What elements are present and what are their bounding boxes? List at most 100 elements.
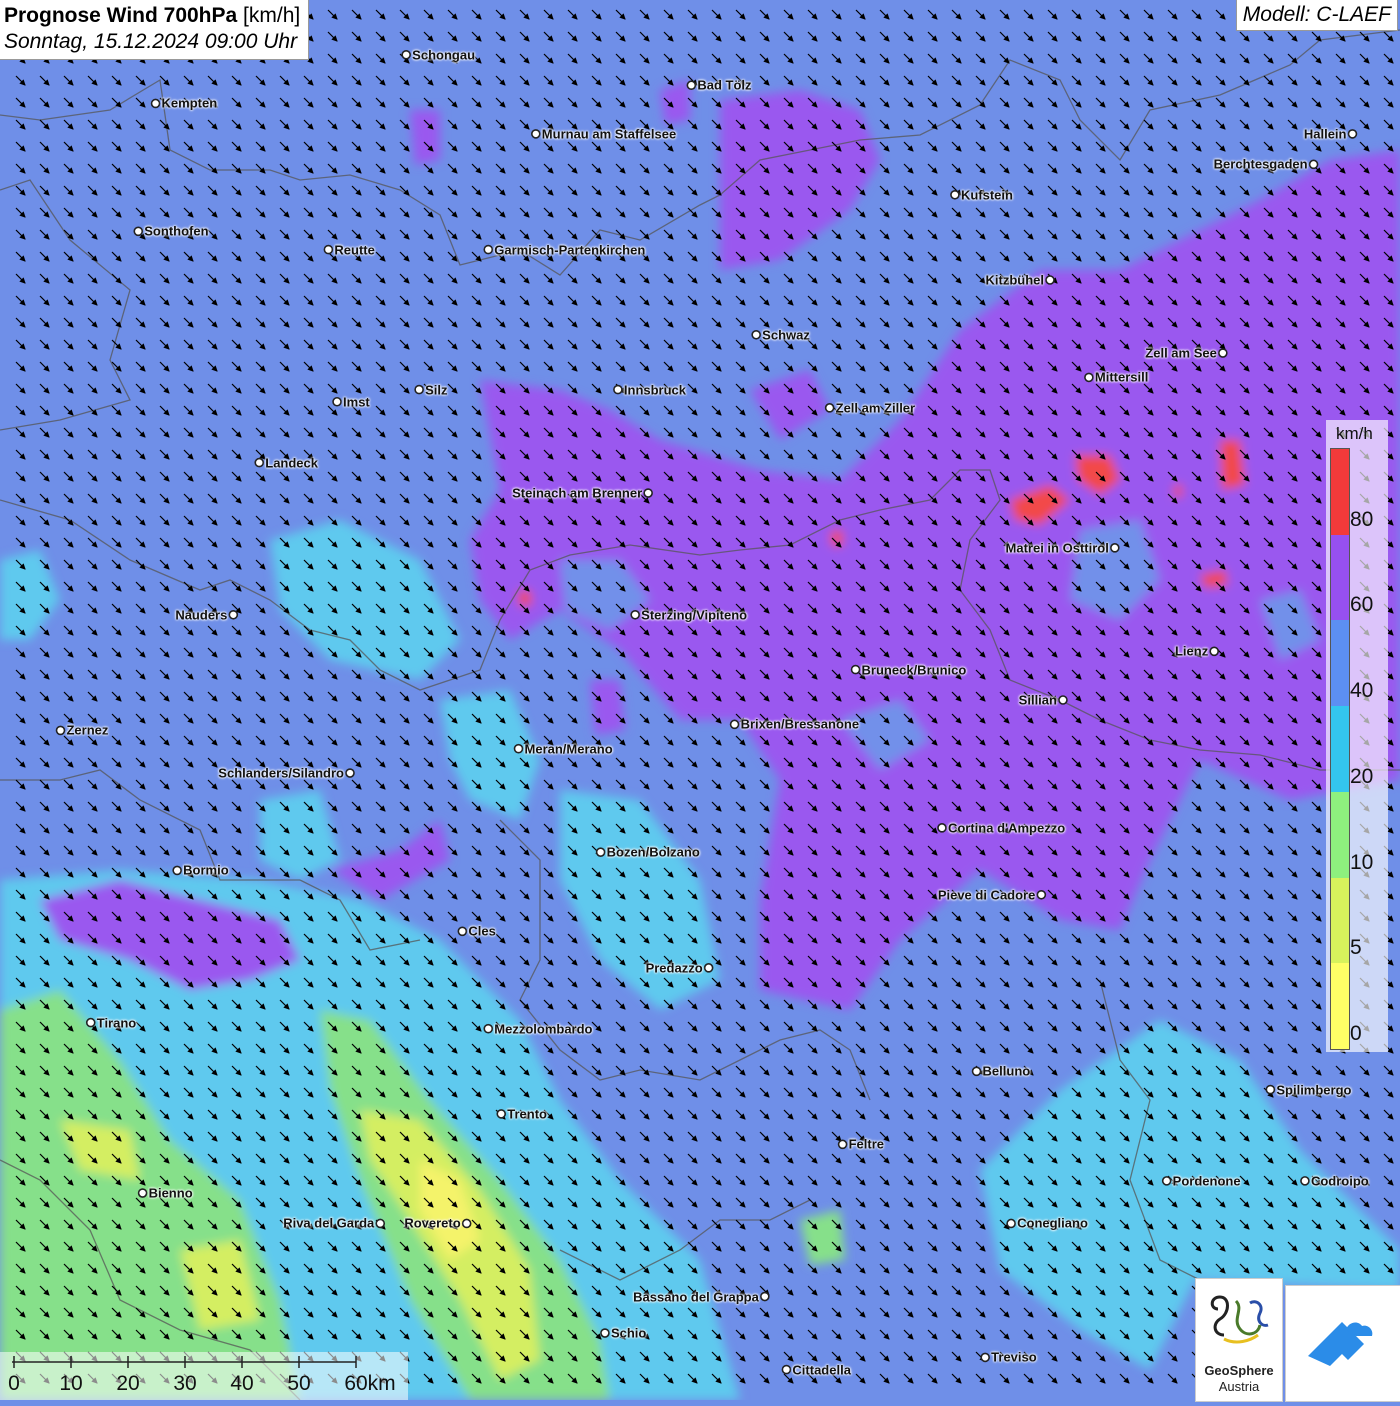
city-dot (703, 963, 714, 973)
legend-swatch (1331, 449, 1349, 535)
city-label: Zell am See (1145, 345, 1217, 361)
map-title-box: Prognose Wind 700hPa [km/h] Sonntag, 15.… (0, 0, 310, 60)
city-dot (971, 1066, 982, 1077)
city-label: Mittersill (1094, 369, 1149, 385)
city-label: Mezzolombardo (494, 1021, 593, 1037)
map-title-bold: Prognose Wind 700hPa (4, 4, 238, 27)
city-label: Schio (610, 1325, 647, 1341)
city-label: Sillian (1018, 692, 1057, 708)
city-dot (751, 329, 761, 340)
city-dot (643, 488, 653, 498)
legend-label: 0 (1350, 1022, 1362, 1045)
city-dot (1036, 889, 1047, 900)
geosphere-logo[interactable]: GeoSphere Austria (1195, 1278, 1283, 1402)
city-dot (513, 743, 524, 754)
city-dot (824, 403, 835, 413)
city-dot (1218, 348, 1228, 358)
city-dot (345, 768, 355, 778)
city-label: Berchtesgaden (1213, 156, 1308, 172)
city-label: Kempten (161, 95, 218, 111)
city-dot (55, 725, 66, 736)
city-dot (85, 1017, 96, 1028)
city-label: Feltre (848, 1136, 884, 1152)
city-label: Bozen/Bolzano (606, 844, 700, 860)
scale-label: 40 (230, 1372, 254, 1395)
city-label: Meran/Merano (524, 741, 613, 757)
city-label: Schlanders/Silandro (218, 765, 344, 781)
city-label: Bassano del Grappa (633, 1289, 759, 1305)
city-dot (980, 1352, 990, 1363)
map-title-unit: [km/h] (243, 4, 301, 27)
city-dot (172, 865, 182, 876)
city-label: Conegliano (1017, 1215, 1088, 1231)
city-label: Belluno (982, 1063, 1031, 1079)
geosphere-swirl-icon (1210, 1295, 1269, 1344)
city-label: Bormio (183, 862, 229, 878)
city-label: Tirano (96, 1015, 137, 1031)
map-title: Prognose Wind 700hPa [km/h] (4, 4, 300, 28)
legend-label: 40 (1350, 679, 1374, 703)
city-dot (1300, 1176, 1310, 1186)
city-label: Schongau (412, 47, 476, 63)
weather-app-logo[interactable] (1285, 1285, 1400, 1402)
city-dot (1045, 275, 1055, 285)
city-label: Murnau am Staffelsee (541, 126, 677, 142)
city-label: Codroipo (1310, 1173, 1369, 1189)
city-dot (483, 244, 494, 255)
city-dot (729, 719, 740, 730)
city-dot (496, 1109, 507, 1119)
city-label: Bad Tölz (697, 77, 752, 93)
city-label: Cortina d'Ampezzo (947, 820, 1066, 836)
city-dot (414, 384, 424, 395)
legend-label: 60 (1350, 593, 1374, 617)
city-label: Garmisch-Partenkirchen (494, 242, 646, 258)
city-label: Reutte (334, 242, 375, 258)
logo-text-line1: GeoSphere (1204, 1363, 1274, 1378)
city-label: Bruneck/Brunico (861, 662, 967, 678)
city-label: Imst (343, 394, 370, 410)
scale-bar: 0 10 20 30 40 50 60km (0, 1352, 408, 1400)
city-dot (228, 609, 239, 620)
color-legend: km/h 80 60 40 20 10 5 0 (1326, 420, 1388, 1052)
city-dot (613, 384, 623, 395)
city-dot (483, 1023, 494, 1034)
city-label: Steinach am Brenner (512, 485, 643, 501)
city-dot (1084, 372, 1094, 383)
city-dot (1058, 695, 1068, 705)
scale-label: 50 (287, 1372, 311, 1395)
city-dot (1347, 129, 1358, 139)
city-label: Treviso (991, 1349, 1037, 1365)
city-dot (760, 1291, 770, 1302)
city-dot (401, 49, 411, 60)
city-dot (461, 1218, 472, 1229)
mountain-cloud-icon (1308, 1322, 1373, 1366)
scale-label: 30 (173, 1372, 197, 1395)
legend-label: 5 (1350, 936, 1362, 960)
forecast-datetime: Sonntag, 15.12.2024 09:00 Uhr (4, 30, 298, 53)
city-dot (1006, 1218, 1016, 1229)
city-dot (850, 664, 861, 675)
city-label: Innsbruck (623, 382, 687, 398)
city-label: Rovereto (404, 1215, 461, 1231)
legend-color-bar (1330, 448, 1350, 1050)
scale-label: 0 (8, 1372, 20, 1395)
scale-label: 20 (116, 1372, 140, 1395)
city-dot (137, 1188, 148, 1198)
legend-swatch (1331, 620, 1349, 707)
legend-swatch (1331, 791, 1349, 878)
city-label: Spilimbergo (1276, 1082, 1352, 1098)
city-label: Zell am Ziller (835, 400, 916, 416)
legend-swatch (1331, 963, 1349, 1049)
legend-swatch (1331, 877, 1349, 964)
city-dot (686, 80, 697, 91)
logo-text-line2: Austria (1218, 1379, 1260, 1394)
city-dot (150, 98, 161, 109)
scale-label: 10 (59, 1372, 83, 1395)
legend-swatch (1331, 706, 1349, 792)
city-label: Cittadella (792, 1362, 851, 1378)
city-label: Pieve di Cadore (937, 887, 1036, 903)
city-dot (1161, 1176, 1172, 1186)
legend-label: 20 (1350, 764, 1374, 788)
city-dot (595, 847, 606, 857)
model-label: Modell: C-LAEF (1235, 0, 1398, 31)
